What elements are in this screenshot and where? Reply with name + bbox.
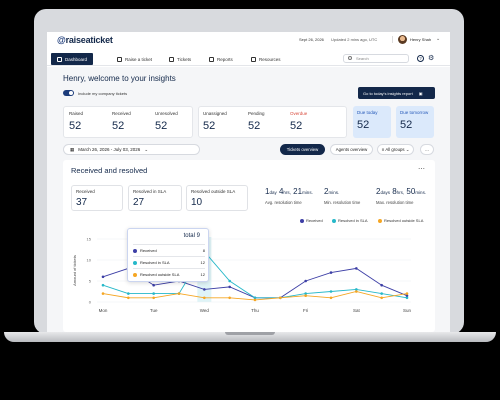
y-tick-label: 5: [89, 279, 92, 284]
data-point: [152, 283, 155, 287]
data-point: [152, 292, 155, 295]
data-point: [380, 292, 383, 295]
tooltip-row-resolved-outside-sla: Resolved outside SLA 12: [133, 272, 205, 277]
tooltip-row-resolved-in-sla: Resolved in SLA 12: [133, 260, 205, 265]
x-tick-label: Wed: [200, 308, 210, 313]
tooltip-value: 12: [200, 272, 205, 277]
data-point: [355, 267, 358, 270]
tooltip-row-received: Received 8: [133, 248, 205, 253]
tooltip-dot: [133, 260, 137, 265]
data-point: [228, 279, 231, 283]
divider: [133, 244, 205, 245]
data-point: [203, 288, 206, 291]
tooltip-dot: [133, 272, 137, 277]
divider: [133, 256, 205, 257]
data-point: [127, 292, 130, 295]
data-point: [177, 292, 181, 295]
tickets-line-chart[interactable]: 0 5 10 15 Amount of tickets Mon Tue Wed Thu Fri Sa…: [47, 32, 450, 332]
data-point: [405, 292, 409, 295]
data-point: [228, 296, 231, 300]
data-point: [203, 296, 206, 300]
y-tick-label: 0: [89, 300, 92, 305]
data-point: [228, 285, 231, 289]
tooltip-dot: [133, 248, 137, 253]
data-point: [405, 296, 409, 300]
tooltip-value: 8: [202, 248, 205, 253]
data-point: [279, 296, 282, 300]
data-point: [380, 296, 383, 300]
data-point: [329, 296, 333, 300]
x-tick-label: Sat: [353, 308, 361, 313]
x-tick-label: Sun: [403, 308, 412, 313]
data-point: [380, 283, 383, 287]
chart-tooltip: total 9 Received 8 Resolved in SLA 12 Reso…: [127, 228, 209, 282]
data-point: [253, 298, 257, 302]
data-point: [304, 279, 307, 283]
x-tick-label: Tue: [150, 308, 158, 313]
data-point: [355, 290, 358, 293]
y-axis-label: Amount of tickets: [72, 255, 77, 286]
data-point: [152, 296, 155, 300]
tooltip-value: 12: [200, 260, 205, 265]
data-point: [101, 292, 105, 295]
tooltip-total: total 9: [183, 233, 200, 239]
tooltip-label: Resolved in SLA: [140, 260, 170, 265]
tooltip-label: Resolved outside SLA: [140, 272, 180, 277]
laptop-notch: [225, 332, 275, 335]
data-point: [304, 294, 307, 298]
data-point: [101, 275, 105, 279]
x-tick-label: Fri: [303, 308, 308, 313]
data-point: [127, 296, 130, 300]
data-point: [329, 290, 333, 293]
y-tick-label: 15: [87, 237, 92, 242]
x-tick-label: Thu: [251, 308, 259, 313]
content-area: Henry, welcome to your insights Include …: [47, 32, 450, 332]
divider: [133, 268, 205, 269]
x-tick-label: Mon: [99, 308, 108, 313]
y-tick-label: 10: [87, 258, 92, 263]
data-point: [101, 283, 105, 287]
tooltip-label: Received: [140, 248, 157, 253]
data-point: [329, 271, 333, 274]
